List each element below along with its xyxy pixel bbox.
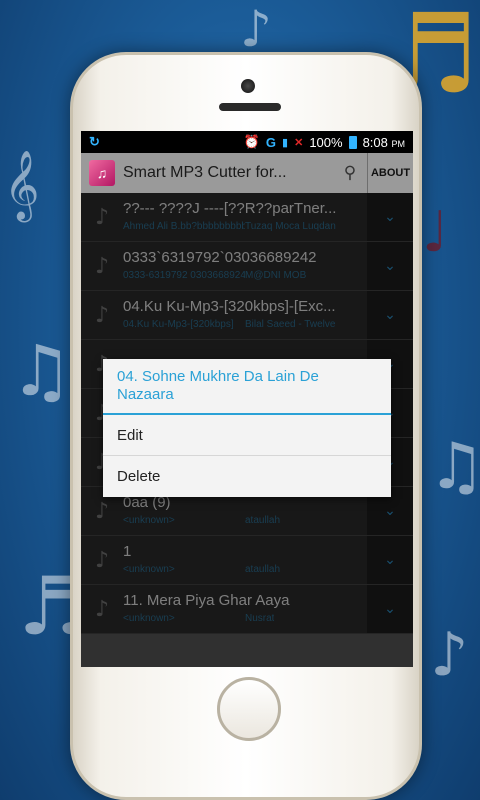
action-bar: ♫ Smart MP3 Cutter for... ⚲ ABOUT: [81, 153, 413, 193]
about-button[interactable]: ABOUT: [367, 153, 413, 193]
background-treble-clef-icon: 𝄞: [4, 150, 40, 220]
app-title: Smart MP3 Cutter for...: [123, 164, 287, 181]
clock-ampm: PM: [391, 138, 406, 149]
dialog-title: 04. Sohne Mukhre Da Lain De Nazaara: [103, 359, 391, 415]
edit-menu-item[interactable]: Edit: [103, 415, 391, 456]
speaker-grille: [219, 103, 281, 111]
status-bar: ↻ ⏰ G ▮ ✕ 100% 8:08 PM: [81, 131, 413, 153]
camera-icon: [241, 79, 255, 93]
battery-icon: [348, 135, 357, 149]
sync-icon: ↻: [89, 134, 100, 149]
battery-percent: 100%: [309, 134, 343, 150]
no-sim-icon: ✕: [294, 136, 304, 149]
background-note-icon: ♪: [240, 0, 272, 58]
home-button[interactable]: [217, 677, 281, 741]
music-app-icon[interactable]: ♫: [89, 160, 115, 186]
clock: 8:08 PM: [363, 135, 405, 150]
background-note-icon: ♩: [422, 200, 449, 265]
network-type: G: [265, 134, 277, 150]
delete-menu-item[interactable]: Delete: [103, 456, 391, 497]
alarm-icon: ⏰: [243, 134, 260, 149]
search-icon[interactable]: ⚲: [333, 153, 367, 193]
background-note-icon: ♫: [428, 430, 480, 504]
context-menu-dialog: 04. Sohne Mukhre Da Lain De Nazaara Edit…: [103, 359, 391, 497]
background-note-icon: ♫: [10, 330, 73, 412]
phone-frame: ↻ ⏰ G ▮ ✕ 100% 8:08 PM ♫ Smart MP3 Cutte…: [70, 52, 422, 800]
signal-icon: ▮: [282, 136, 289, 149]
phone-screen: ↻ ⏰ G ▮ ✕ 100% 8:08 PM ♫ Smart MP3 Cutte…: [81, 131, 413, 667]
clock-time: 8:08: [362, 134, 388, 150]
background-note-icon: ♪: [430, 620, 469, 690]
